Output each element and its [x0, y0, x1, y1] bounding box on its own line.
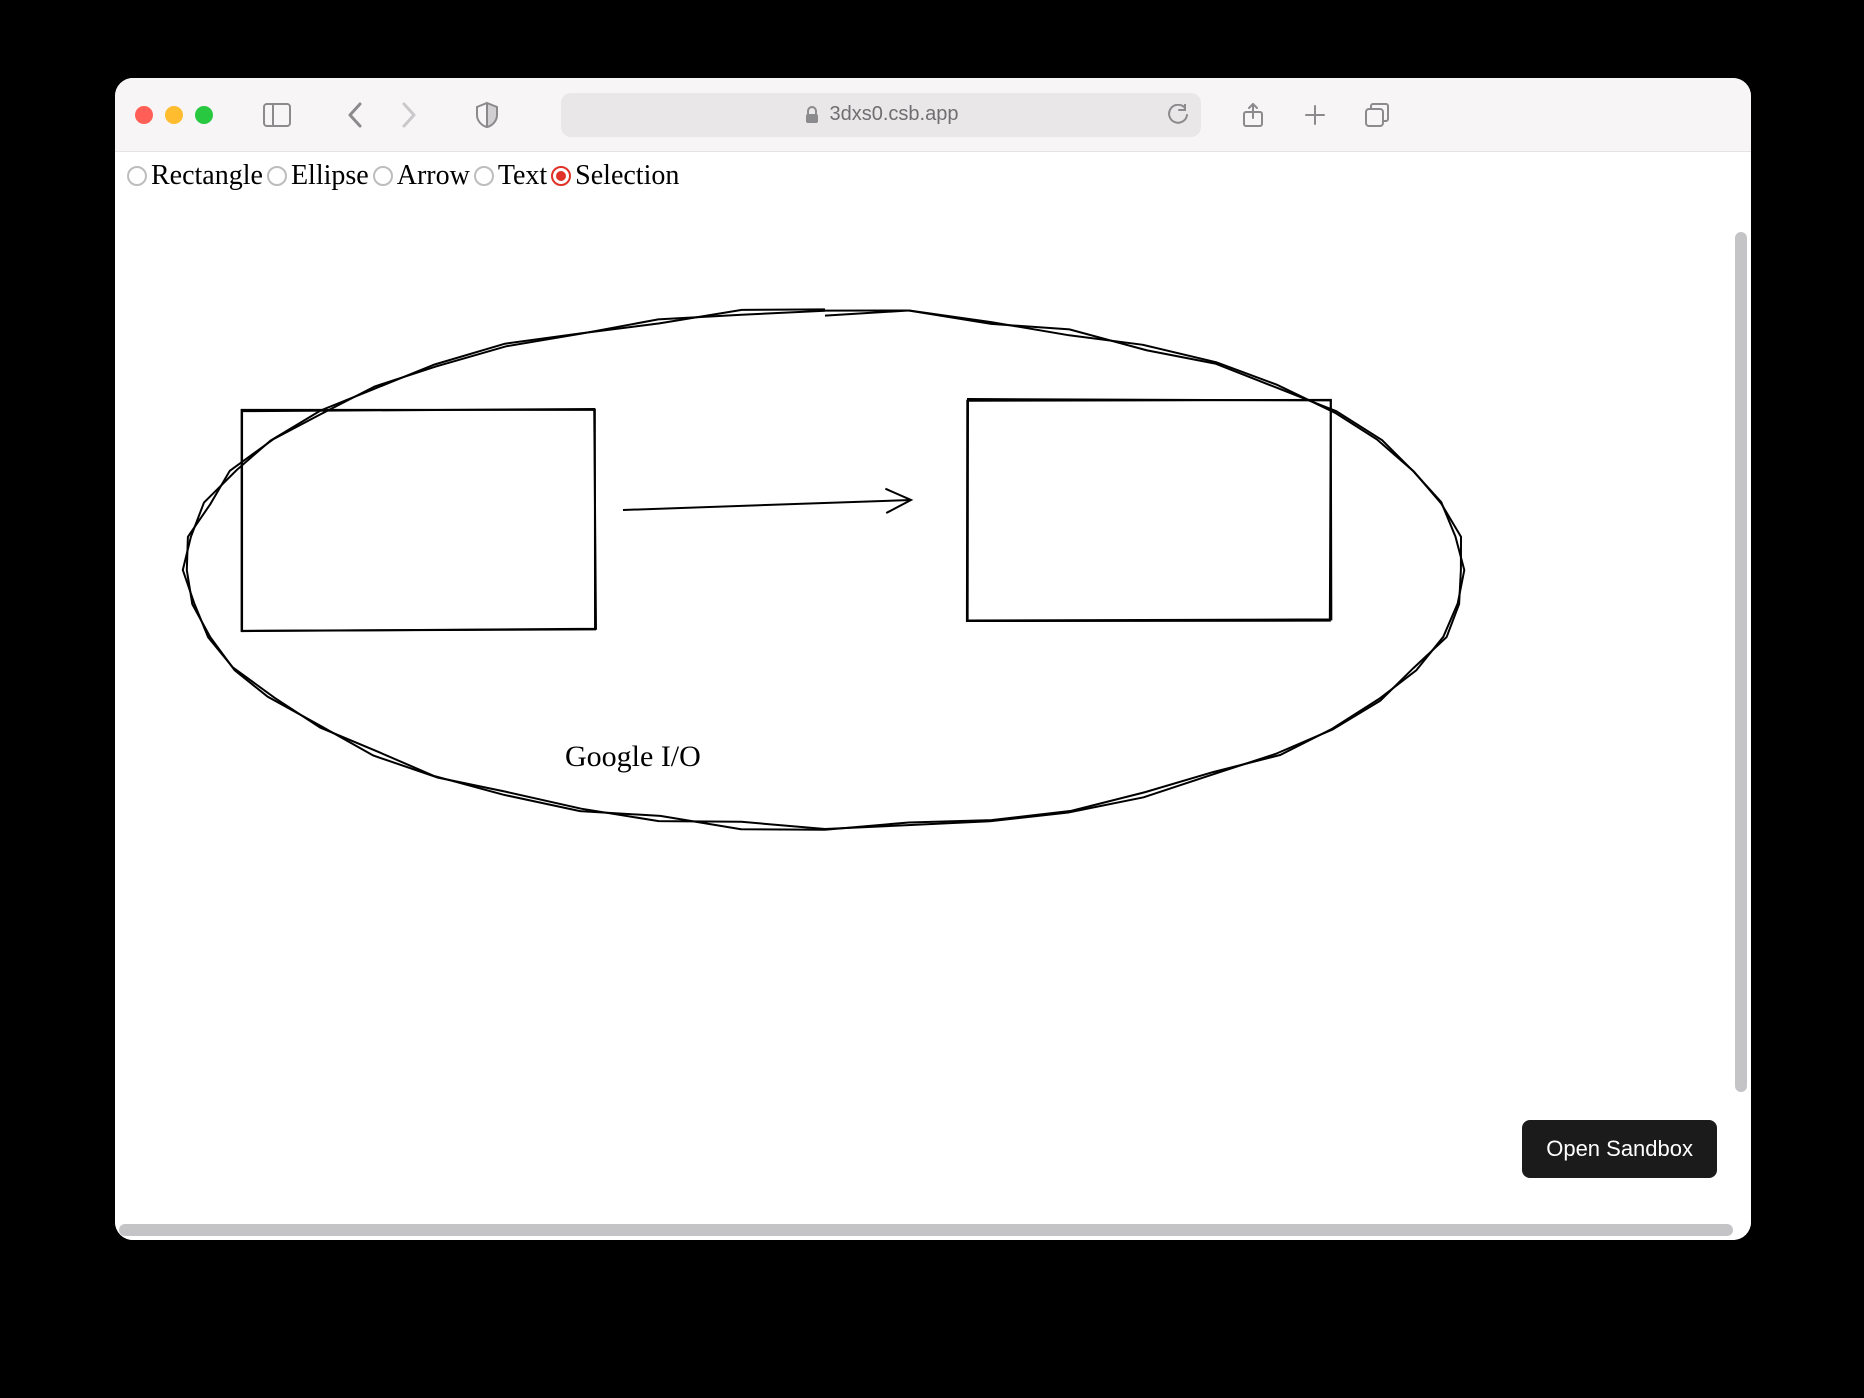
canvas-ellipse[interactable] — [183, 309, 1465, 829]
radio-icon — [551, 166, 571, 186]
open-sandbox-label: Open Sandbox — [1546, 1136, 1693, 1161]
canvas-arrow[interactable] — [623, 489, 911, 513]
canvas-text[interactable]: Google I/O — [565, 740, 701, 774]
vertical-scrollbar[interactable] — [1735, 232, 1747, 1092]
titlebar-right-icons — [1233, 95, 1397, 135]
tool-text[interactable]: Text — [474, 160, 547, 192]
share-icon[interactable] — [1233, 95, 1273, 135]
tool-selection[interactable]: Selection — [551, 160, 679, 192]
tool-arrow[interactable]: Arrow — [373, 160, 470, 192]
shape-toolbar: Rectangle Ellipse Arrow Text Selection — [127, 160, 683, 192]
forward-button-icon[interactable] — [389, 95, 429, 135]
radio-icon — [267, 166, 287, 186]
lock-icon — [804, 106, 820, 124]
new-tab-icon[interactable] — [1295, 95, 1335, 135]
tool-rectangle[interactable]: Rectangle — [127, 160, 263, 192]
close-window-button[interactable] — [135, 106, 153, 124]
radio-icon — [127, 166, 147, 186]
back-button-icon[interactable] — [335, 95, 375, 135]
drawing-canvas[interactable]: Google I/O — [115, 200, 1751, 1240]
tabs-overview-icon[interactable] — [1357, 95, 1397, 135]
canvas-rectangle[interactable] — [242, 409, 596, 631]
browser-titlebar: 3dxs0.csb.app — [115, 78, 1751, 152]
minimize-window-button[interactable] — [165, 106, 183, 124]
browser-window: 3dxs0.csb.app — [115, 78, 1751, 1240]
page-content: Rectangle Ellipse Arrow Text Selection — [115, 152, 1751, 1240]
window-controls — [135, 106, 213, 124]
tool-label: Ellipse — [291, 160, 369, 192]
radio-icon — [373, 166, 393, 186]
open-sandbox-button[interactable]: Open Sandbox — [1522, 1120, 1717, 1178]
refresh-icon[interactable] — [1167, 104, 1189, 126]
canvas-rectangle[interactable] — [967, 399, 1331, 621]
maximize-window-button[interactable] — [195, 106, 213, 124]
tool-label: Selection — [575, 160, 679, 192]
radio-icon — [474, 166, 494, 186]
tool-label: Text — [498, 160, 547, 192]
privacy-shield-icon[interactable] — [467, 95, 507, 135]
tool-label: Arrow — [397, 160, 470, 192]
tool-ellipse[interactable]: Ellipse — [267, 160, 369, 192]
url-bar[interactable]: 3dxs0.csb.app — [561, 93, 1201, 137]
url-text: 3dxs0.csb.app — [830, 103, 959, 126]
shapes-layer — [115, 200, 1715, 1200]
tool-label: Rectangle — [151, 160, 263, 192]
sidebar-toggle-icon[interactable] — [257, 95, 297, 135]
horizontal-scrollbar[interactable] — [119, 1224, 1733, 1236]
